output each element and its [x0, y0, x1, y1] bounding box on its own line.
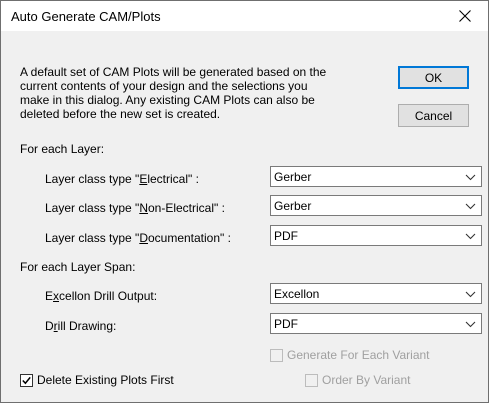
chevron-down-icon — [465, 233, 476, 240]
drill-drawing-value: PDF — [274, 317, 298, 331]
layer-section-heading: For each Layer: — [20, 142, 105, 156]
documentation-layer-label: Layer class type "Documentation" : — [45, 231, 231, 245]
electrical-layer-select[interactable]: Gerber — [270, 166, 482, 187]
chevron-down-icon — [465, 321, 476, 328]
checkmark-icon — [22, 376, 31, 384]
non-electrical-layer-select[interactable]: Gerber — [270, 195, 482, 216]
documentation-layer-select[interactable]: PDF — [270, 225, 482, 246]
chevron-down-icon — [465, 203, 476, 210]
dialog-title: Auto Generate CAM/Plots — [11, 9, 161, 24]
close-button[interactable] — [442, 1, 488, 31]
order-by-variant-label: Order By Variant — [322, 373, 411, 387]
checkbox-box — [305, 373, 318, 387]
non-electrical-layer-label: Layer class type "Non-Electrical" : — [45, 201, 225, 215]
delete-existing-plots-label: Delete Existing Plots First — [37, 373, 174, 387]
chevron-down-icon — [465, 291, 476, 298]
description-line: make in this dialog. Any existing CAM Pl… — [20, 93, 315, 107]
title-bar: Auto Generate CAM/Plots — [1, 1, 488, 31]
cancel-button[interactable]: Cancel — [398, 104, 469, 127]
drill-drawing-select[interactable]: PDF — [270, 313, 482, 334]
excellon-drill-label: Excellon Drill Output: — [45, 289, 158, 303]
chevron-down-icon — [465, 174, 476, 181]
delete-existing-plots-checkbox[interactable]: Delete Existing Plots First — [20, 373, 174, 387]
excellon-drill-value: Excellon — [274, 287, 320, 301]
close-icon — [459, 10, 471, 22]
non-electrical-layer-value: Gerber — [274, 199, 312, 213]
description-line: A default set of CAM Plots will be gener… — [20, 65, 327, 79]
auto-generate-cam-plots-dialog: Auto Generate CAM/Plots A default set of… — [0, 0, 489, 403]
description-line: deleted before the new set is created. — [20, 107, 221, 121]
ok-button[interactable]: OK — [398, 66, 469, 89]
generate-each-variant-label: Generate For Each Variant — [287, 348, 430, 362]
electrical-layer-label: Layer class type "Electrical" : — [45, 172, 199, 186]
generate-each-variant-checkbox[interactable]: Generate For Each Variant — [270, 348, 430, 362]
checkbox-box — [270, 348, 283, 362]
checkbox-box — [20, 373, 33, 387]
description-text: A default set of CAM Plots will be gener… — [20, 65, 380, 121]
order-by-variant-checkbox[interactable]: Order By Variant — [305, 373, 410, 387]
excellon-drill-select[interactable]: Excellon — [270, 283, 482, 304]
description-line: current contents of your design and the … — [20, 79, 308, 93]
drill-drawing-label: Drill Drawing: — [45, 319, 117, 333]
span-section-heading: For each Layer Span: — [20, 260, 136, 274]
electrical-layer-value: Gerber — [274, 170, 312, 184]
documentation-layer-value: PDF — [274, 229, 298, 243]
